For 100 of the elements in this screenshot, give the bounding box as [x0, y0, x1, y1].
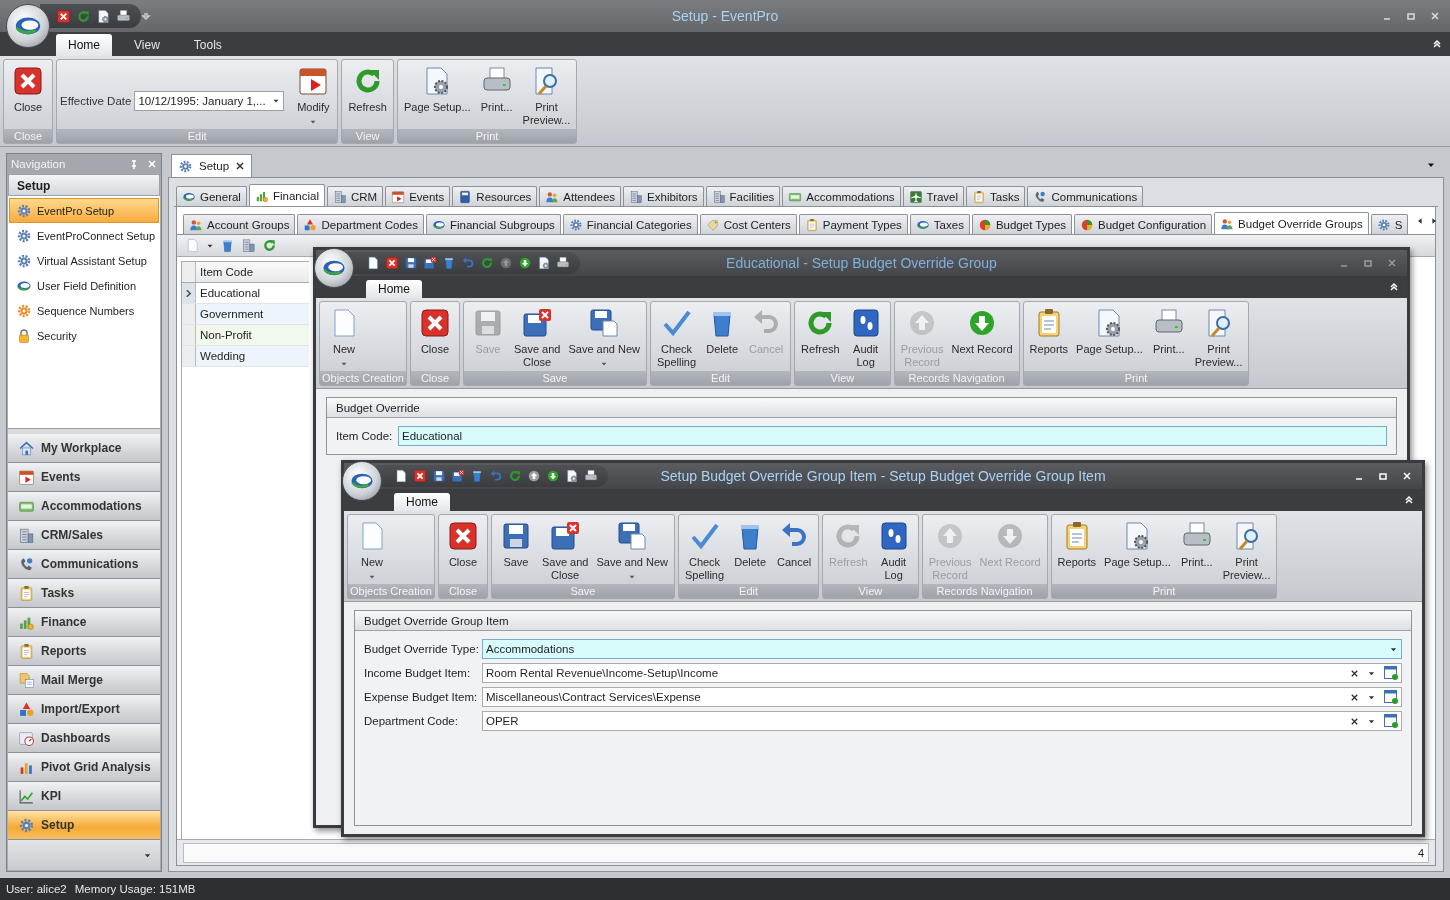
tab[interactable]: Department Codes — [297, 214, 424, 234]
reports-button[interactable]: Reports — [1026, 305, 1072, 358]
splitter-grip[interactable] — [8, 428, 160, 434]
scroll-left-icon[interactable] — [1416, 216, 1425, 225]
module-button[interactable]: CRM/Sales — [8, 521, 160, 550]
caret-icon[interactable] — [272, 97, 281, 105]
save-close-button[interactable]: Save and Close — [538, 518, 592, 584]
ribbon-tab[interactable]: Home — [394, 493, 450, 511]
table-icon[interactable] — [1384, 714, 1398, 728]
lookup-field[interactable]: Miscellaneous\Contract Services\Expense — [482, 687, 1402, 707]
table-cell[interactable]: Non-Profit — [196, 325, 309, 345]
tab[interactable]: Budget Configuration — [1074, 214, 1213, 234]
preview-button[interactable]: Print Preview... — [519, 63, 574, 129]
clear-icon[interactable] — [1350, 716, 1359, 726]
new-button[interactable]: New — [323, 305, 365, 370]
ribbon-tab[interactable]: View — [122, 34, 172, 56]
table-cell[interactable]: Government — [196, 304, 309, 324]
tab[interactable]: Budget Types — [971, 214, 1073, 234]
row-indicator-icon[interactable] — [184, 288, 193, 298]
table-icon[interactable] — [1384, 690, 1398, 704]
module-button[interactable]: Mail Merge — [8, 666, 160, 695]
close-button[interactable]: Close — [441, 518, 484, 571]
collapse-icon[interactable] — [1404, 495, 1414, 505]
tab[interactable]: Financial Subgroups — [426, 214, 561, 234]
delete-button[interactable]: Delete — [701, 305, 744, 358]
spell-button[interactable]: Check Spelling — [653, 305, 700, 371]
tab[interactable]: S — [1370, 214, 1409, 234]
tab[interactable]: Tasks — [966, 186, 1026, 206]
print-button[interactable]: Print... — [475, 63, 518, 116]
lookup-field[interactable]: Room Rental Revenue\Income-Setup\Income — [482, 663, 1402, 683]
tab[interactable]: Account Groups — [183, 214, 296, 234]
close-icon[interactable] — [235, 161, 246, 171]
audit-button[interactable]: Audit Log — [844, 305, 887, 371]
module-button[interactable]: Import/Export — [8, 695, 160, 724]
module-button[interactable]: Setup — [8, 811, 160, 840]
tab[interactable]: Facilities — [705, 186, 781, 206]
refresh-button[interactable]: Refresh — [345, 63, 390, 116]
tab[interactable]: CRM — [326, 186, 384, 206]
text-field[interactable]: Educational — [398, 426, 1387, 446]
clear-icon[interactable] — [1350, 692, 1359, 702]
collapse-icon[interactable] — [1432, 39, 1442, 49]
date-dropdown[interactable]: 10/12/1995: January 1,... — [134, 91, 285, 111]
table-icon[interactable] — [1384, 666, 1398, 680]
tab[interactable]: Exhibitors — [623, 186, 704, 206]
tab[interactable]: Financial — [248, 184, 325, 206]
print-button[interactable]: Print... — [1147, 305, 1190, 358]
dropdown-field[interactable]: Accommodations — [482, 639, 1402, 659]
spell-button[interactable]: Check Spelling — [681, 518, 728, 584]
tab[interactable]: Events — [385, 186, 451, 206]
nav-item[interactable]: EventProConnect Setup — [9, 223, 159, 248]
close-button[interactable]: Close — [413, 305, 456, 358]
ribbon-tab[interactable]: Home — [56, 34, 112, 56]
module-button[interactable]: Dashboards — [8, 724, 160, 753]
tab[interactable]: Financial Categories — [562, 214, 698, 234]
tab[interactable]: Taxes — [909, 214, 970, 234]
print-button[interactable]: Print... — [1175, 518, 1218, 571]
nav-item[interactable]: User Field Definition — [9, 273, 159, 298]
refresh-button[interactable]: Refresh — [798, 305, 843, 358]
save-new-button[interactable]: Save and New — [593, 518, 671, 583]
ribbon-tab[interactable]: Tools — [181, 34, 234, 56]
row-selector[interactable] — [182, 283, 196, 303]
tab[interactable]: Cost Centers — [699, 214, 797, 234]
module-button[interactable]: Pivot Grid Analysis — [8, 753, 160, 782]
tab[interactable]: Accommodations — [782, 186, 901, 206]
maximize-icon[interactable] — [1406, 11, 1416, 21]
module-button[interactable]: Communications — [8, 550, 160, 579]
page-setup-button[interactable]: Page Setup... — [1073, 305, 1146, 358]
tab[interactable]: Communications — [1027, 186, 1144, 206]
cancel-button[interactable]: Cancel — [773, 518, 816, 571]
tab[interactable]: Resources — [452, 186, 538, 206]
nav-item[interactable]: Virtual Assistant Setup — [9, 248, 159, 273]
nav-item[interactable]: Sequence Numbers — [9, 298, 159, 323]
calendar-button[interactable]: Modify — [292, 63, 335, 128]
ribbon-tab[interactable]: Home — [366, 280, 422, 298]
module-button[interactable]: Events — [8, 463, 160, 492]
table-cell[interactable]: Wedding — [196, 346, 309, 366]
document-tab[interactable]: Setup — [171, 154, 253, 177]
lookup-field[interactable]: OPER — [482, 711, 1402, 731]
tab[interactable]: Payment Types — [798, 214, 908, 234]
page-setup-button[interactable]: Page Setup... — [400, 63, 474, 116]
audit-button[interactable]: Audit Log — [872, 518, 915, 584]
close-button[interactable]: Close — [7, 63, 49, 116]
tab[interactable]: Attendees — [539, 186, 622, 206]
preview-button[interactable]: Print Preview... — [1191, 305, 1246, 371]
delete-button[interactable]: Delete — [729, 518, 772, 571]
nav-item[interactable]: EventPro Setup — [9, 198, 159, 223]
tab[interactable]: Budget Override Groups — [1214, 212, 1369, 234]
preview-button[interactable]: Print Preview... — [1219, 518, 1274, 584]
save-new-button[interactable]: Save and New — [565, 305, 643, 370]
next-button[interactable]: Next Record — [948, 305, 1016, 358]
module-button[interactable]: Accommodations — [8, 492, 160, 521]
collapse-icon[interactable] — [1389, 282, 1399, 292]
reports-button[interactable]: Reports — [1054, 518, 1100, 571]
save-button[interactable]: Save — [494, 518, 537, 571]
module-button[interactable]: Reports — [8, 637, 160, 666]
save-close-button[interactable]: Save and Close — [510, 305, 564, 371]
maximize-icon[interactable] — [1378, 471, 1388, 481]
page-setup-button[interactable]: Page Setup... — [1101, 518, 1174, 571]
module-button[interactable]: My Workplace — [8, 434, 160, 463]
module-button[interactable]: KPI — [8, 782, 160, 811]
